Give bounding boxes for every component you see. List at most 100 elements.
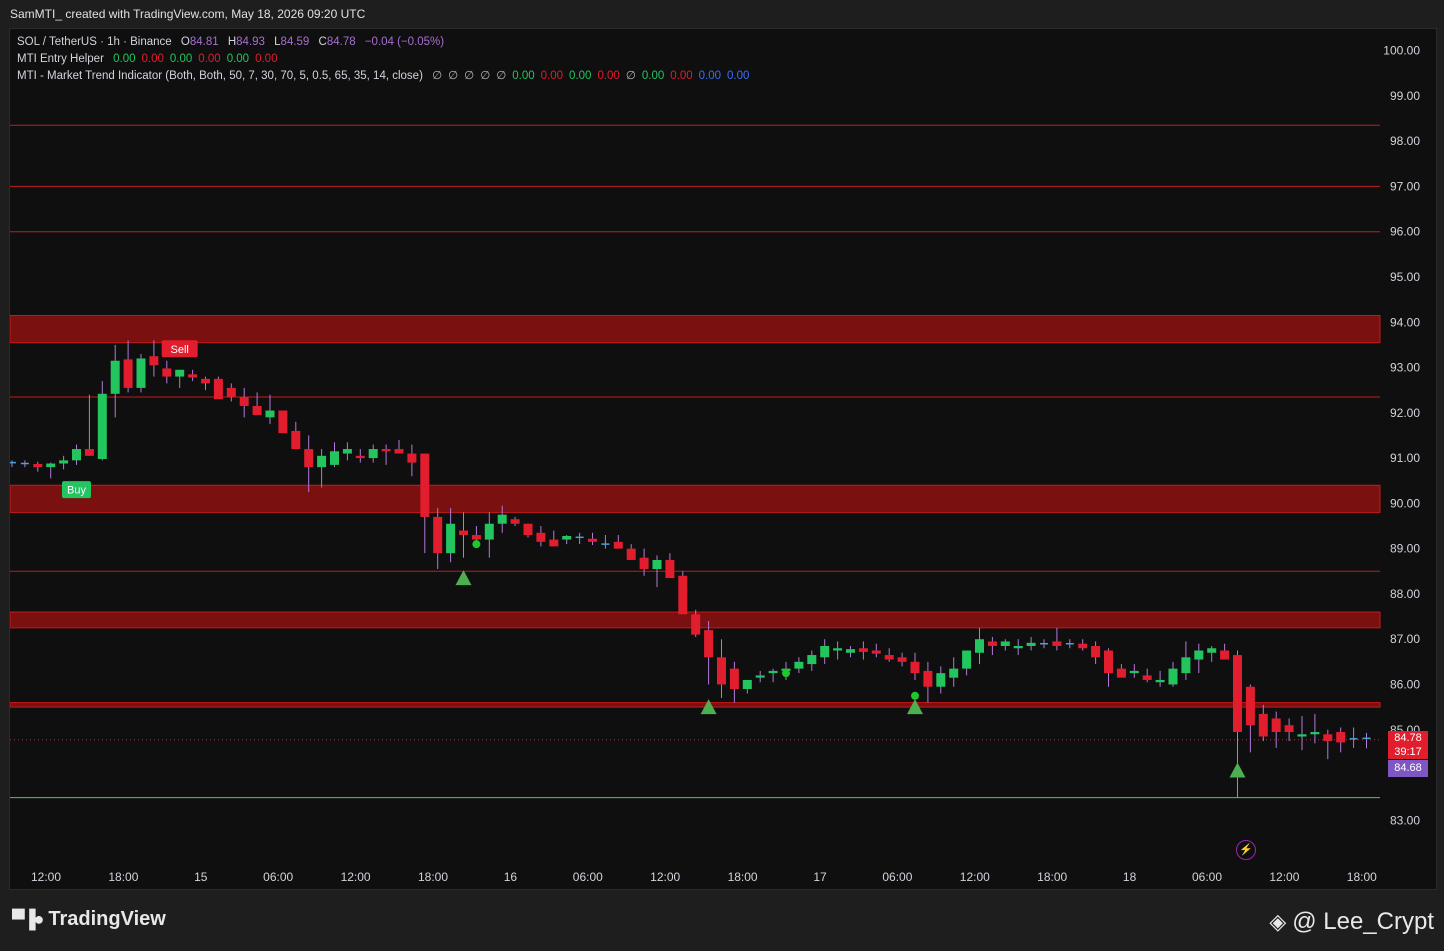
market-trend-value: 0.00	[698, 70, 722, 82]
x-axis-tick-label: 17	[813, 870, 827, 884]
candle-body	[1168, 668, 1178, 685]
candle-body	[652, 559, 662, 570]
x-axis-tick-label: 16	[504, 870, 518, 884]
symbol-label[interactable]: SOL / TetherUS · 1h · Binance	[17, 36, 172, 48]
last-price-tag: 84.78 39:17	[1388, 731, 1428, 759]
candle-body	[72, 449, 81, 461]
candle-body	[149, 356, 159, 366]
x-axis-tick-label: 18:00	[728, 870, 758, 884]
market-trend-label[interactable]: MTI - Market Trend Indicator (Both, Both…	[17, 70, 423, 82]
x-axis-tick-label: 06:00	[1192, 870, 1222, 884]
legend-symbol-row: SOL / TetherUS · 1h · Binance O84.81 H84…	[17, 34, 749, 51]
candle-body	[846, 649, 855, 653]
buy-signal-triangle	[455, 570, 472, 586]
x-axis-tick-label: 18:00	[1037, 870, 1067, 884]
candle-body	[897, 657, 907, 662]
close-key: C	[318, 36, 327, 48]
candle-body	[265, 410, 275, 418]
y-axis-tick-label: 87.00	[1390, 632, 1420, 646]
entry-helper-value: 0.00	[141, 53, 164, 65]
secondary-price-value: 84.68	[1394, 762, 1422, 774]
candle-body	[355, 455, 365, 459]
x-axis-tick-label: 06:00	[573, 870, 603, 884]
candle-body	[420, 453, 430, 517]
y-axis-tick-label: 88.00	[1390, 587, 1420, 601]
candle-body	[1026, 642, 1036, 646]
candle-body	[497, 514, 507, 524]
candle-body	[1013, 645, 1023, 649]
candle-body	[975, 639, 984, 653]
candle-body	[1310, 732, 1320, 735]
y-axis-tick-label: 99.00	[1390, 89, 1420, 103]
market-trend-value: ∅	[448, 70, 459, 82]
candle-body	[110, 360, 120, 394]
candle-body	[1271, 718, 1281, 733]
tradingview-logo-text: TradingView	[48, 908, 166, 930]
x-axis-tick-label: 18:00	[108, 870, 138, 884]
candle-body	[304, 449, 314, 468]
market-trend-value: ∅	[464, 70, 475, 82]
candle-body	[807, 655, 817, 665]
candle-body	[639, 557, 649, 570]
chart-legend: SOL / TetherUS · 1h · Binance O84.81 H84…	[17, 34, 749, 85]
y-axis-tick-label: 93.00	[1390, 361, 1420, 375]
candle-body	[97, 393, 107, 459]
resistance-zone	[10, 314, 1381, 344]
market-trend-value: ∅	[496, 70, 507, 82]
signal-dot	[472, 540, 481, 549]
change-value: −0.04 (−0.05%)	[364, 36, 445, 48]
candle-body	[1052, 641, 1062, 646]
candle-body	[871, 650, 881, 654]
candle-body	[381, 449, 391, 452]
candle-body	[1181, 657, 1191, 674]
candle-body	[123, 359, 133, 388]
market-trend-value: ∅	[480, 70, 491, 82]
entry-helper-value: 0.00	[198, 53, 221, 65]
candle-body	[33, 463, 43, 468]
x-axis-tick-label: 18	[1123, 870, 1137, 884]
candle-body	[407, 453, 417, 463]
candle-body	[394, 449, 404, 454]
candle-body	[1297, 734, 1307, 737]
entry-helper-value: 0.00	[169, 53, 193, 65]
x-axis-tick-label: 06:00	[263, 870, 293, 884]
lightning-icon[interactable]: ⚡	[1236, 840, 1256, 860]
candle-body	[820, 645, 830, 658]
candle-body	[1245, 686, 1255, 726]
market-trend-value: 0.00	[670, 70, 693, 82]
candle-body	[1000, 641, 1010, 646]
candle-body	[910, 661, 920, 674]
candle-body	[717, 657, 726, 685]
candle-body	[1142, 675, 1152, 680]
entry-helper-label[interactable]: MTI Entry Helper	[17, 53, 104, 65]
candle-body	[742, 679, 752, 689]
chart-pane[interactable]: Buy Sell 100.00 99.00 98.00 97.00 96.00 95.00 94…	[9, 28, 1437, 890]
binance-diamond-icon: ◈	[1269, 909, 1287, 934]
candle-body	[84, 449, 94, 456]
resistance-zone	[10, 702, 1381, 708]
y-axis-tick-label: 83.00	[1390, 813, 1420, 827]
signal-label-text: Sell	[171, 344, 189, 356]
candle-body	[665, 559, 675, 579]
candle-body	[1258, 713, 1268, 737]
candlestick-chart[interactable]: Buy Sell 100.00 99.00 98.00 97.00 96.00 95.00 94…	[10, 29, 1438, 891]
market-trend-value: 0.00	[540, 70, 564, 82]
snapshot-header: SamMTI_ created with TradingView.com, Ma…	[0, 0, 1444, 28]
candle-body	[291, 430, 301, 450]
signal-label-text: Buy	[67, 485, 86, 497]
y-axis-tick-label: 86.00	[1390, 677, 1420, 691]
candle-body	[330, 451, 339, 465]
candle-body	[484, 523, 494, 540]
watermark-text: @ Lee_Crypt	[1292, 908, 1434, 935]
y-axis-tick-label: 89.00	[1390, 542, 1420, 556]
author-watermark: ◈ @ Lee_Crypt	[1269, 908, 1434, 936]
candle-body	[226, 387, 236, 397]
x-axis-tick-label: 18:00	[418, 870, 448, 884]
candle-body	[523, 523, 533, 536]
buy-signal-triangle	[1229, 762, 1246, 778]
market-trend-value: 0.00	[727, 70, 750, 82]
buy-signal-label: Buy	[62, 481, 91, 499]
candle-body	[1129, 670, 1139, 674]
candle-body	[175, 369, 185, 377]
candle-body	[794, 661, 804, 669]
